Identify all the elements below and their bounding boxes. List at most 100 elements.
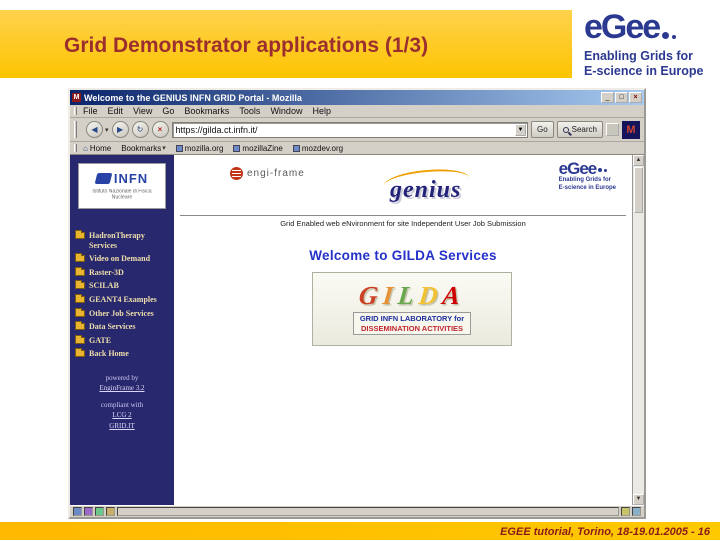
lcg2-link[interactable]: LCG 2	[70, 410, 174, 421]
addressbook-component-icon[interactable]	[106, 507, 115, 516]
slide-footer-text: EGEE tutorial, Torino, 18-19.01.2005 - 1…	[500, 526, 710, 538]
menu-view[interactable]: View	[133, 106, 152, 116]
sidebar-item-back-home[interactable]: Back Home	[75, 348, 169, 359]
bookmark-icon	[292, 144, 300, 152]
sidebar-item-data-services[interactable]: Data Services	[75, 321, 169, 332]
menu-window[interactable]: Window	[270, 106, 302, 116]
back-button[interactable]: ◀	[86, 121, 103, 138]
url-dropdown-icon[interactable]: ▼	[514, 123, 526, 136]
sidebar-item-raster3d[interactable]: Raster-3D	[75, 266, 169, 278]
folder-icon	[75, 307, 85, 317]
navigator-component-icon[interactable]	[73, 507, 82, 516]
maximize-button[interactable]: □	[615, 92, 628, 103]
powered-by-label: powered by	[105, 373, 139, 382]
bookmarks-menu[interactable]: Bookmarks ▾	[121, 144, 166, 153]
mail-component-icon[interactable]	[84, 507, 93, 516]
slide-footer-band: EGEE tutorial, Torino, 18-19.01.2005 - 1…	[0, 522, 720, 540]
navigation-toolbar: ◀ ▾ ▶ ↻ × ▼ Go Search M	[70, 118, 644, 142]
bookmark-label: mozdev.org	[301, 143, 344, 153]
home-icon: ⌂	[83, 143, 88, 153]
status-text-field	[117, 507, 619, 516]
personal-toolbar: ⌂ Home Bookmarks ▾ mozilla.org mozillaZi…	[70, 142, 644, 155]
gilda-logo: GILDA GRID INFN LABORATORY for DISSEMINA…	[312, 272, 512, 346]
egee-tagline: Enabling Grids for E-science in Europe	[584, 49, 714, 80]
sidebar-item-geant4[interactable]: GEANT4 Examples	[75, 293, 169, 305]
browser-window: M Welcome to the GENIUS INFN GRID Portal…	[68, 88, 646, 519]
egee-wordmark-text: eGee	[584, 8, 661, 46]
sidebar-item-video-on-demand[interactable]: Video on Demand	[75, 253, 169, 264]
compliant-label: compliant with	[100, 400, 144, 409]
gilda-caption-line1: GRID INFN LABORATORY for	[359, 313, 465, 323]
scroll-down-button[interactable]: ▼	[633, 494, 644, 505]
genius-banner-text: Grid Enabled web eNvironment for site In…	[180, 215, 626, 228]
minimize-button[interactable]: _	[601, 92, 614, 103]
mozilla-throbber-icon[interactable]: M	[622, 120, 640, 139]
browser-titlebar: M Welcome to the GENIUS INFN GRID Portal…	[70, 90, 644, 105]
vertical-scrollbar: ▲ ▼	[632, 155, 644, 505]
bookmark-mozdev[interactable]: mozdev.org	[292, 143, 344, 153]
page-content: INFN Istituto Nazionale di Fisica Nuclea…	[70, 155, 644, 505]
security-lock-icon[interactable]	[621, 507, 630, 516]
bookmarks-menu-label: Bookmarks	[121, 143, 162, 153]
bookmark-label: mozilla.org	[184, 143, 224, 153]
menu-go[interactable]: Go	[162, 106, 174, 116]
folder-icon	[75, 253, 85, 263]
toolbar-grip[interactable]	[74, 143, 77, 153]
menu-bar: File Edit View Go Bookmarks Tools Window…	[70, 105, 644, 118]
folder-icon	[75, 230, 85, 239]
url-input[interactable]	[175, 123, 515, 136]
close-button[interactable]: ×	[629, 92, 642, 103]
status-bar	[70, 505, 644, 517]
gridit-link[interactable]: GRID.IT	[70, 421, 174, 432]
search-icon	[562, 126, 569, 133]
gilda-wordmark: GILDA	[357, 280, 467, 310]
stop-button[interactable]: ×	[151, 121, 169, 138]
bookmark-home-label: Home	[89, 143, 112, 153]
folder-icon	[75, 321, 85, 331]
egee-dot-icon	[672, 34, 677, 39]
reload-button[interactable]: ↻	[131, 121, 149, 138]
egee-dot-icon	[662, 31, 670, 39]
search-button-label: Search	[571, 125, 597, 134]
go-button[interactable]: Go	[530, 121, 554, 138]
enginframe-logo-icon	[230, 167, 243, 180]
bookmark-home[interactable]: ⌂ Home	[83, 144, 111, 153]
slide-header-band: Grid Demonstrator applications (1/3)	[0, 10, 572, 78]
online-status-icon[interactable]	[632, 507, 641, 516]
menu-file[interactable]: File	[83, 106, 98, 116]
menu-bookmarks[interactable]: Bookmarks	[184, 106, 229, 116]
window-title: Welcome to the GENIUS INFN GRID Portal -…	[84, 92, 302, 103]
egee-wordmark: eGee	[584, 8, 714, 46]
enginframe-link[interactable]: EnginFrame 3.2	[70, 383, 174, 394]
sidebar-menu: HadronTherapy Services Video on Demand R…	[70, 230, 174, 359]
search-button[interactable]: Search	[556, 121, 603, 138]
egee-tagline-line1: Enabling Grids for	[584, 48, 694, 63]
egee-logo: eGee Enabling Grids for E-science in Eur…	[584, 8, 714, 80]
genius-logo: genius	[383, 166, 471, 204]
sidebar-item-gate[interactable]: GATE	[75, 334, 169, 346]
folder-icon	[75, 348, 85, 358]
forward-button[interactable]: ▶	[111, 121, 129, 138]
bookmark-mozillazine[interactable]: mozillaZine	[233, 144, 283, 153]
toolbar-grip[interactable]	[74, 106, 77, 116]
welcome-heading: Welcome to GILDA Services	[309, 248, 497, 263]
gilda-caption: GRID INFN LABORATORY for DISSEMINATION A…	[352, 311, 472, 336]
egee-dot-icon	[604, 169, 608, 173]
menu-tools[interactable]: Tools	[239, 106, 260, 116]
back-dropdown-icon[interactable]: ▾	[105, 126, 109, 134]
scrollbar-thumb[interactable]	[634, 167, 643, 213]
bookmark-mozilla-org[interactable]: mozilla.org	[175, 143, 224, 153]
enginframe-logo: engi-frame	[230, 167, 305, 180]
sidebar-item-scilab[interactable]: SCILAB	[75, 280, 169, 291]
menu-edit[interactable]: Edit	[108, 106, 124, 116]
scroll-up-button[interactable]: ▲	[633, 155, 644, 166]
composer-component-icon[interactable]	[95, 507, 104, 516]
folder-icon	[75, 334, 85, 344]
toolbar-grip[interactable]	[74, 121, 77, 138]
print-icon[interactable]	[606, 123, 619, 136]
egee-tagline-small: Enabling Grids for E-science in Europe	[558, 177, 616, 191]
sidebar-item-hadrontherapy[interactable]: HadronTherapy Services	[75, 230, 169, 250]
menu-help[interactable]: Help	[312, 106, 331, 116]
sidebar-item-other-job-services[interactable]: Other Job Services	[75, 307, 169, 319]
slide-title: Grid Demonstrator applications (1/3)	[64, 34, 429, 57]
